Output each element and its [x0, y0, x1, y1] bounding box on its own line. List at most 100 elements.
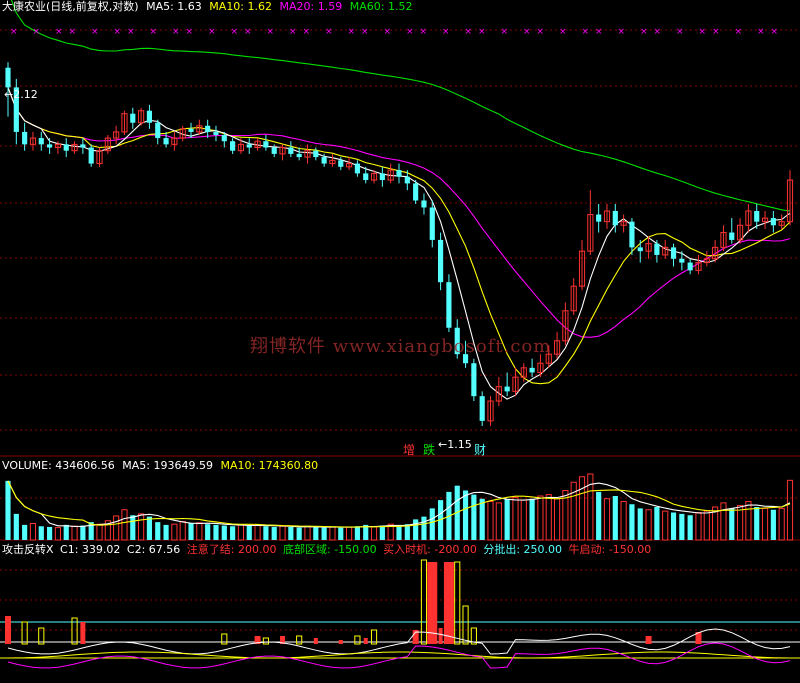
signal-marker: ×	[69, 27, 77, 37]
volume-bar	[786, 479, 794, 541]
candle-body	[596, 214, 602, 222]
signal-marker: ×	[442, 27, 450, 37]
volume-bar	[629, 504, 635, 540]
signal-marker: ×	[114, 27, 122, 37]
volume-bar	[237, 524, 245, 541]
volume-bar	[421, 516, 427, 540]
candle-body	[754, 210, 760, 222]
candle-body	[770, 218, 776, 226]
signal-marker: ×	[640, 27, 648, 37]
volume-bar	[63, 524, 69, 540]
volume-bar	[645, 509, 652, 541]
candle-body	[288, 147, 294, 154]
volume-bar	[296, 527, 302, 540]
candle-body	[637, 247, 643, 252]
signal-marker: ×	[186, 27, 194, 37]
indicator-bull: 牛启动: -150.00	[568, 543, 652, 556]
signal-marker: ×	[735, 27, 743, 37]
signal-marker: ×	[618, 27, 626, 37]
indicator-sell: 分批出: 250.00	[483, 543, 563, 556]
signal-marker: ×	[172, 27, 180, 37]
signal-marker: ×	[406, 27, 414, 37]
volume-bar	[745, 501, 752, 541]
indicator-red-bar	[645, 636, 652, 644]
indicator-red-bar	[313, 638, 318, 644]
indicator-red-bar	[427, 562, 438, 644]
volume-bar	[413, 519, 419, 540]
volume-bar	[512, 496, 519, 541]
volume-ma5-label: MA5: 193649.59	[122, 459, 213, 472]
volume-bar	[246, 525, 252, 540]
candle-body	[271, 147, 277, 154]
candle-body	[687, 262, 693, 271]
volume-bar	[370, 526, 378, 541]
signal-marker: ×	[582, 27, 590, 37]
candle-body	[155, 122, 161, 139]
volume-bar	[313, 526, 319, 540]
signal-marker: ×	[289, 27, 297, 37]
volume-bar	[570, 481, 577, 541]
volume-bar	[504, 498, 510, 540]
volume-bar	[729, 508, 735, 540]
stock-title: 大康农业(日线,前复权,对数)	[2, 0, 139, 13]
candle-body	[205, 125, 211, 132]
volume-bar	[121, 509, 128, 541]
candle-body	[479, 396, 485, 421]
candle-body	[188, 128, 194, 132]
volume-bar	[603, 498, 611, 541]
volume-bar	[196, 522, 203, 541]
volume-bar	[254, 524, 261, 541]
indicator-yellow-bar	[454, 561, 461, 645]
candle-body	[612, 210, 618, 226]
volume-bar	[146, 516, 153, 540]
volume-bar	[754, 507, 760, 540]
volume-bar	[205, 524, 211, 540]
candle-body	[47, 144, 53, 148]
candle-body	[471, 363, 477, 397]
signal-marker: ×	[244, 27, 252, 37]
candle-body	[313, 150, 319, 158]
signal-marker: ×	[501, 27, 509, 37]
indicator-yellow-bar	[354, 635, 361, 645]
volume-bar	[38, 526, 44, 540]
ma5-label: MA5: 1.63	[146, 0, 202, 13]
signal-marker: ×	[523, 27, 531, 37]
signal-marker: ×	[325, 27, 333, 37]
volume-bar	[687, 515, 693, 540]
volume-bar	[545, 494, 552, 541]
volume-bar	[47, 526, 53, 540]
indicator-buy: 买入时机: -200.00	[383, 543, 477, 556]
volume-bar	[612, 496, 618, 540]
volume-bar	[770, 509, 776, 540]
candle-body	[363, 173, 369, 181]
indicator-yellow-bar	[420, 559, 428, 645]
signal-marker: ×	[676, 27, 684, 37]
volume-bar	[429, 508, 435, 540]
volume-bar	[703, 510, 710, 541]
candle-body	[629, 221, 635, 248]
indicator-bottom: 底部区域: -150.00	[283, 543, 377, 556]
volume-bar	[5, 480, 11, 540]
volume-bar	[188, 523, 194, 540]
volume-bar	[13, 513, 19, 540]
candle-body	[504, 386, 510, 392]
indicator-red-bar	[363, 638, 368, 644]
volume-bar	[529, 498, 535, 540]
signal-marker: ×	[420, 27, 428, 37]
watermark: 翔博软件 www.xiangbosoft.com	[250, 336, 552, 357]
volume-bar	[778, 507, 785, 541]
volume-bar	[679, 513, 685, 540]
volume-label: VOLUME: 434606.56	[2, 459, 115, 472]
volume-bar	[462, 490, 469, 540]
candle-body	[246, 144, 252, 148]
candle-body	[163, 138, 169, 145]
signal-marker: ×	[654, 27, 662, 37]
candle-body	[80, 144, 86, 148]
volume-bar	[288, 526, 294, 540]
tag-die: 跌	[423, 443, 436, 457]
volume-bar	[737, 505, 744, 541]
volume-bar	[304, 525, 311, 541]
volume-bar	[321, 527, 327, 540]
signal-marker: ×	[384, 27, 392, 37]
candle-body	[5, 67, 11, 88]
